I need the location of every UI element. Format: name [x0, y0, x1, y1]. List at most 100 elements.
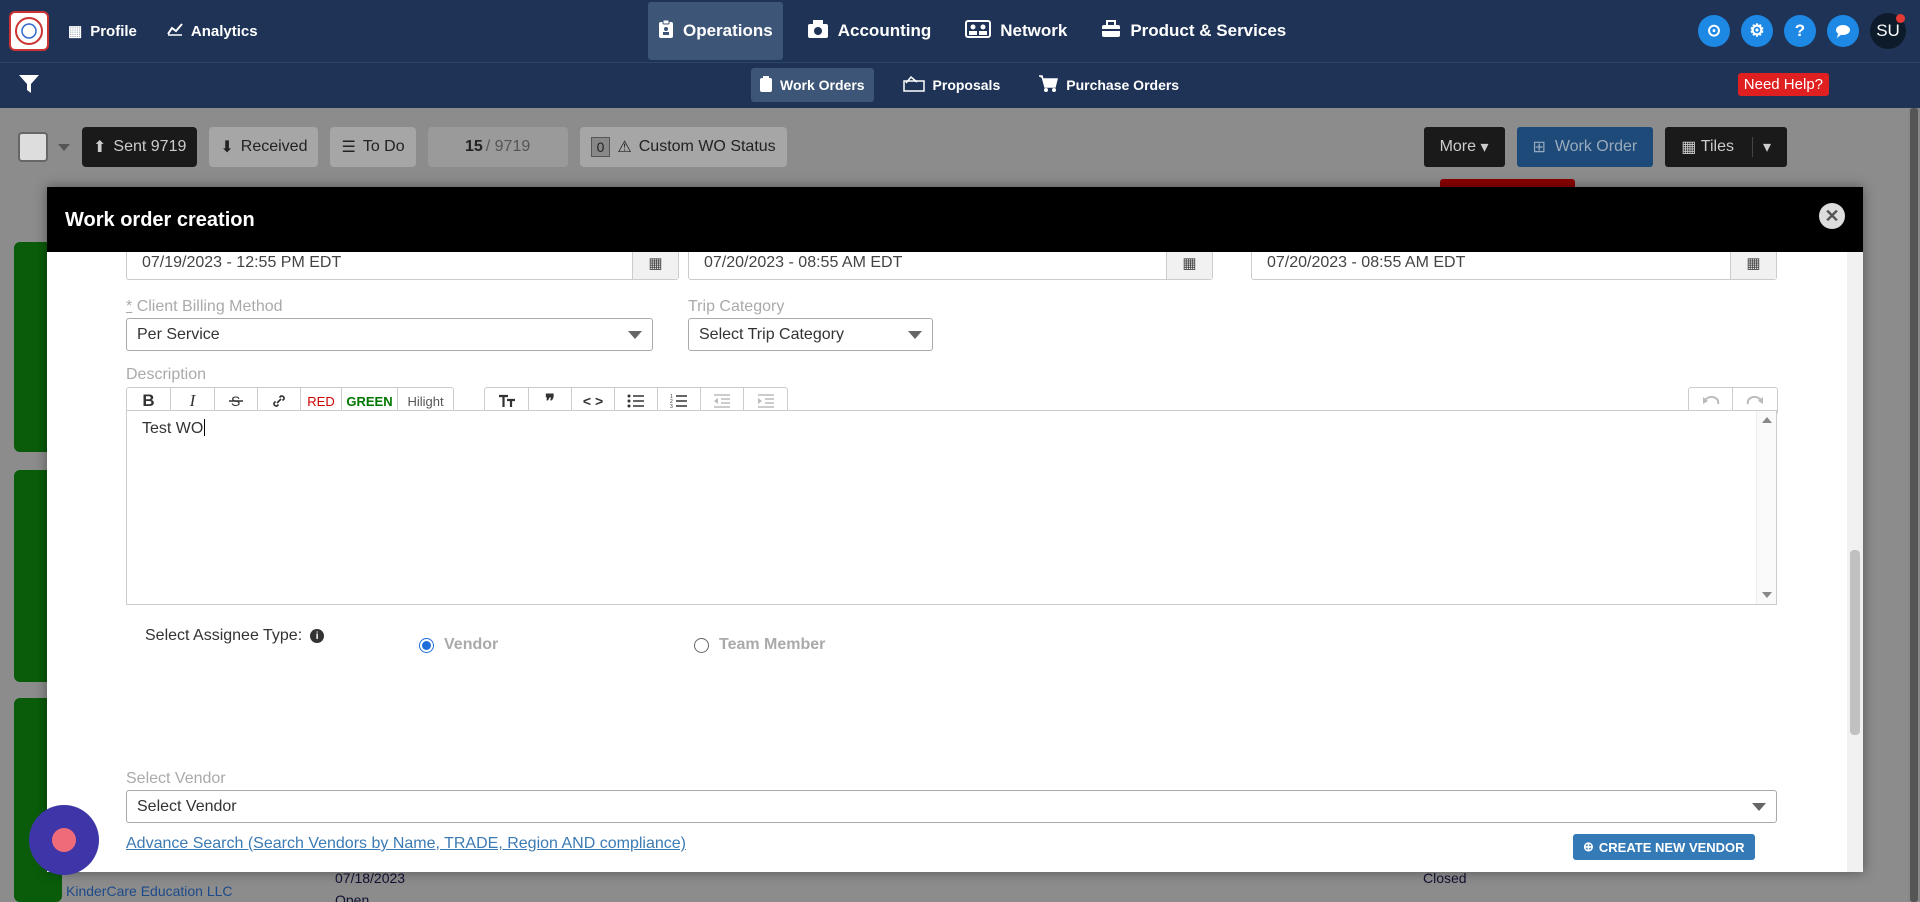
trip-category-value: Select Trip Category [699, 325, 844, 343]
radio-team-member[interactable]: Team Member [694, 636, 825, 654]
money-icon [807, 19, 829, 44]
calendar-icon[interactable]: ▦ [632, 252, 678, 279]
billing-method-select[interactable]: Per Service [126, 318, 653, 351]
calendar-icon[interactable]: ▦ [1730, 252, 1776, 279]
radio-vendor[interactable]: Vendor [419, 636, 498, 654]
building-icon: ▦ [68, 23, 83, 40]
filter-icon[interactable] [18, 73, 40, 101]
company-logo[interactable] [9, 11, 49, 51]
more-label: More [1439, 138, 1477, 155]
close-icon[interactable]: ✕ [1819, 203, 1845, 229]
background-client-name: KinderCare Education LLC [66, 883, 233, 899]
description-text: Test WO [142, 420, 204, 437]
subnav-work-orders[interactable]: Work Orders [751, 68, 874, 102]
chat-widget-icon [52, 828, 76, 852]
grid-icon: ▦ [1681, 139, 1697, 156]
chevron-down-icon [908, 331, 922, 339]
required-marker: * [126, 298, 133, 315]
vendor-label: Select Vendor [126, 770, 226, 787]
custom-status-label: Custom WO Status [638, 138, 776, 155]
custom-status-filter: 0 ⚠ Custom WO Status [579, 127, 787, 167]
nav-accounting-label: Accounting [837, 21, 932, 40]
vendor-select[interactable]: Select Vendor [126, 790, 1777, 823]
radio-team-member-label: Team Member [719, 636, 826, 653]
cart-icon [1038, 74, 1059, 96]
nav-accounting[interactable]: Accounting [797, 2, 942, 60]
chat-widget-button[interactable] [29, 805, 99, 875]
notification-dot [1896, 14, 1905, 23]
subnav-purchase-orders[interactable]: Purchase Orders [1029, 68, 1188, 102]
nav-analytics[interactable]: Analytics [167, 22, 258, 40]
end-date-value: 07/20/2023 - 08:55 AM EDT [1267, 254, 1466, 271]
background-toolbar: ⬆ Sent 9719 ⬇ Received ☰ To Do 15 / 9719… [18, 127, 787, 167]
create-vendor-label: CREATE NEW VENDOR [1598, 839, 1745, 855]
subnav-proposals[interactable]: Proposals [894, 68, 1010, 102]
billing-method-label: * Client Billing Method [126, 298, 283, 316]
nav-operations[interactable]: Operations [648, 2, 783, 60]
advance-search-link[interactable]: Advance Search (Search Vendors by Name, … [126, 835, 686, 853]
radio-vendor-input[interactable] [419, 637, 434, 653]
calendar-icon[interactable]: ▦ [1166, 252, 1212, 279]
sent-filter-label: Sent 9719 [113, 138, 187, 155]
nav-network[interactable]: Network [955, 2, 1077, 60]
nav-product-services[interactable]: Product & Services [1091, 2, 1296, 60]
chat-icon[interactable] [1827, 15, 1859, 47]
plus-circle-icon: ⊕ [1583, 839, 1594, 854]
description-label: Description [126, 366, 207, 383]
subnav-proposals-label: Proposals [932, 77, 1001, 93]
info-icon[interactable]: i [310, 629, 325, 643]
count-total: / 9719 [485, 138, 531, 155]
nav-analytics-label: Analytics [190, 22, 258, 40]
end-date-field[interactable]: 07/20/2023 - 08:55 AM EDT ▦ [1251, 252, 1777, 280]
description-editor[interactable]: Test WO [126, 410, 1777, 605]
clipboard-icon [658, 19, 674, 44]
chart-line-icon [167, 22, 183, 40]
subnav-purchase-orders-label: Purchase Orders [1066, 77, 1180, 93]
chevron-down-icon [58, 143, 70, 151]
warning-icon: ⚠ [617, 139, 632, 156]
user-avatar[interactable]: SU [1870, 13, 1906, 49]
nav-profile[interactable]: ▦ Profile [68, 22, 137, 41]
svg-text:3: 3 [670, 404, 673, 408]
trip-category-label: Trip Category [688, 298, 785, 315]
nav-profile-label: Profile [90, 22, 137, 40]
list-check-icon: ☰ [341, 139, 356, 156]
timer-icon[interactable]: ⊙ [1698, 15, 1730, 47]
work-order-modal: Work order creation ✕ 07/19/2023 - 12:55… [47, 187, 1863, 872]
more-button: More ▾ [1423, 127, 1505, 167]
due-date-field[interactable]: 07/20/2023 - 08:55 AM EDT ▦ [688, 252, 1213, 280]
radio-team-member-input[interactable] [694, 637, 709, 653]
tiles-button: ▦ Tiles ▾ [1665, 127, 1787, 167]
start-date-field[interactable]: 07/19/2023 - 12:55 PM EDT ▦ [126, 252, 679, 280]
billing-method-value: Per Service [137, 325, 220, 343]
sent-filter: ⬆ Sent 9719 [82, 127, 198, 167]
proposal-icon [902, 75, 925, 95]
radio-vendor-label: Vendor [444, 636, 499, 653]
scroll-up-icon[interactable] [1762, 417, 1772, 423]
tiles-label: Tiles [1700, 138, 1734, 155]
count-current: 15 [464, 138, 483, 155]
modal-scrollbar[interactable] [1847, 252, 1863, 872]
help-icon[interactable]: ? [1784, 15, 1816, 47]
briefcase-icon [1101, 19, 1121, 43]
avatar-initials: SU [1876, 21, 1900, 40]
need-help-button[interactable]: Need Help? [1737, 73, 1829, 96]
gear-icon[interactable]: ⚙ [1741, 15, 1773, 47]
received-filter-label: Received [240, 138, 308, 155]
background-actions: More ▾ ⊞ Work Order ▦ Tiles ▾ [1423, 127, 1787, 167]
count-indicator: 15 / 9719 [427, 127, 568, 167]
work-order-label: Work Order [1554, 138, 1638, 155]
todo-filter: ☰ To Do [330, 127, 416, 167]
scroll-down-icon[interactable] [1762, 592, 1772, 598]
background-date: 07/18/2023 [335, 870, 406, 886]
trip-category-select[interactable]: Select Trip Category [688, 318, 933, 351]
vendor-select-value: Select Vendor [137, 797, 237, 815]
page-scrollbar [1908, 108, 1920, 902]
select-all-checkbox [18, 132, 48, 162]
create-vendor-button[interactable]: ⊕ CREATE NEW VENDOR [1573, 834, 1755, 860]
editor-scrollbar[interactable] [1756, 411, 1776, 604]
assignee-type-label-text: Select Assignee Type: [145, 627, 303, 644]
received-filter: ⬇ Received [209, 127, 319, 167]
people-icon [965, 19, 992, 43]
todo-filter-label: To Do [362, 138, 405, 155]
